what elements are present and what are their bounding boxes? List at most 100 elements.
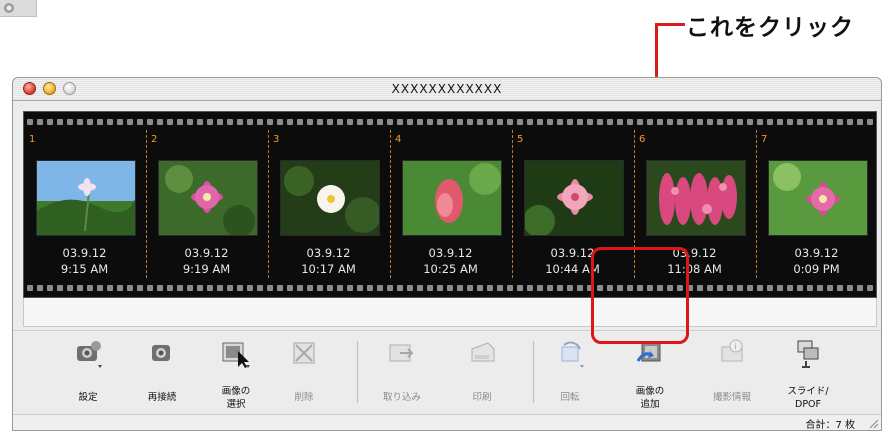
app-window: XXXXXXXXXXXX 1 03.9.12 9:15 AM 2 03.9.12… [12, 77, 882, 431]
window-title: XXXXXXXXXXXX [391, 82, 503, 96]
film-perforation [257, 284, 263, 291]
photo-thumbnail[interactable] [36, 160, 136, 236]
film-perforation [617, 118, 623, 125]
frame-number: 6 [639, 134, 646, 145]
photo-thumbnail[interactable] [280, 160, 380, 236]
film-perforation [527, 118, 533, 125]
film-perforation [477, 284, 483, 291]
film-perforation [97, 284, 103, 291]
frame-date: 03.9.12 [428, 246, 473, 260]
frame-date: 03.9.12 [794, 246, 839, 260]
film-frame[interactable]: 2 03.9.12 9:19 AM [148, 130, 269, 278]
film-frame[interactable]: 7 03.9.12 0:09 PM [758, 130, 875, 278]
select-images-button[interactable]: 画像の 選択 [205, 333, 267, 411]
film-perforation [717, 284, 723, 291]
photo-thumbnail[interactable] [402, 160, 502, 236]
film-perforation [407, 284, 413, 291]
callout-line [655, 23, 685, 26]
delete-button[interactable]: 削除 [273, 333, 335, 411]
import-label: 取り込み [382, 392, 421, 403]
add-images-button[interactable]: 画像の 追加 [619, 333, 681, 411]
film-perforation [327, 118, 333, 125]
frame-date: 03.9.12 [306, 246, 351, 260]
film-perforation [177, 284, 183, 291]
film-perforation [147, 118, 153, 125]
film-perforation [707, 284, 713, 291]
filmstrip: 1 03.9.12 9:15 AM 2 03.9.12 9:19 AM 3 03… [23, 111, 877, 298]
film-perforation [547, 118, 553, 125]
film-perforation [507, 118, 513, 125]
settings-button[interactable]: 設定 [57, 333, 119, 411]
photo-thumbnail[interactable] [646, 160, 746, 236]
film-perforation [777, 118, 783, 125]
import-icon [389, 344, 414, 362]
film-perforation [787, 118, 793, 125]
rotate-icon [561, 341, 584, 368]
film-perforation [507, 284, 513, 291]
film-perforation [307, 118, 313, 125]
frame-date: 03.9.12 [184, 246, 229, 260]
settings-label: 設定 [78, 392, 98, 403]
total-count: 合計：7 枚 [805, 420, 855, 431]
delete-icon [293, 342, 315, 364]
reconnect-button[interactable]: 再接続 [131, 333, 193, 411]
film-perforation [637, 118, 643, 125]
photo-thumbnail[interactable] [158, 160, 258, 236]
film-perforation [107, 284, 113, 291]
film-perforation [867, 284, 873, 291]
film-perforation [247, 284, 253, 291]
film-perforation [527, 284, 533, 291]
film-perforation [827, 284, 833, 291]
film-perforation [707, 118, 713, 125]
import-button[interactable]: 取り込み [371, 333, 433, 411]
photo-thumbnail[interactable] [768, 160, 868, 236]
film-perforation [277, 284, 283, 291]
film-frame[interactable]: 3 03.9.12 10:17 AM [270, 130, 391, 278]
filmstrip-scroll-area[interactable] [23, 298, 877, 327]
film-perforation [847, 118, 853, 125]
film-perforation [537, 118, 543, 125]
shooting-info-button[interactable]: i 撮影情報 [701, 333, 763, 411]
film-perforation [467, 118, 473, 125]
film-perforation [357, 284, 363, 291]
photo-thumbnail[interactable] [524, 160, 624, 236]
film-perforation [837, 118, 843, 125]
film-frame[interactable]: 4 03.9.12 10:25 AM [392, 130, 513, 278]
film-perforation [497, 118, 503, 125]
select-images-label: 画像の 選択 [221, 386, 251, 410]
film-frame[interactable]: 1 03.9.12 9:15 AM [26, 130, 147, 278]
slide-dpof-button[interactable]: スライド/ DPOF [777, 333, 839, 411]
title-bar[interactable]: XXXXXXXXXXXX [13, 78, 881, 101]
film-perforation [217, 284, 223, 291]
print-button[interactable]: 印刷 [451, 333, 513, 411]
rotate-label: 回転 [560, 392, 580, 403]
film-perforation [127, 284, 133, 291]
film-perforation [737, 284, 743, 291]
film-perforation [377, 118, 383, 125]
status-bar: 合計：7 枚 [13, 414, 881, 431]
film-perforation [787, 284, 793, 291]
film-perforation [737, 118, 743, 125]
film-perforation [567, 118, 573, 125]
film-perforation [677, 118, 683, 125]
film-perforation [607, 118, 613, 125]
film-perforation [187, 284, 193, 291]
film-perforation [117, 118, 123, 125]
film-perforation [247, 118, 253, 125]
frame-number: 2 [151, 134, 158, 145]
toolbar: 設定 再接続 画像の 選択 削除 取り込み 印刷 回転 画像の 追加 i 撮影情… [13, 330, 881, 415]
film-perforation [27, 118, 33, 125]
film-perforation [397, 284, 403, 291]
resize-grip-icon[interactable] [867, 417, 879, 429]
film-perforation [867, 118, 873, 125]
film-perforation [627, 118, 633, 125]
film-perforation [477, 118, 483, 125]
rotate-button[interactable]: 回転 [539, 333, 601, 411]
film-perforation [257, 118, 263, 125]
film-perforation [807, 118, 813, 125]
film-perforation [747, 284, 753, 291]
film-perforation [327, 284, 333, 291]
film-perforation [387, 118, 393, 125]
film-perforation [317, 118, 323, 125]
film-perforation [77, 284, 83, 291]
